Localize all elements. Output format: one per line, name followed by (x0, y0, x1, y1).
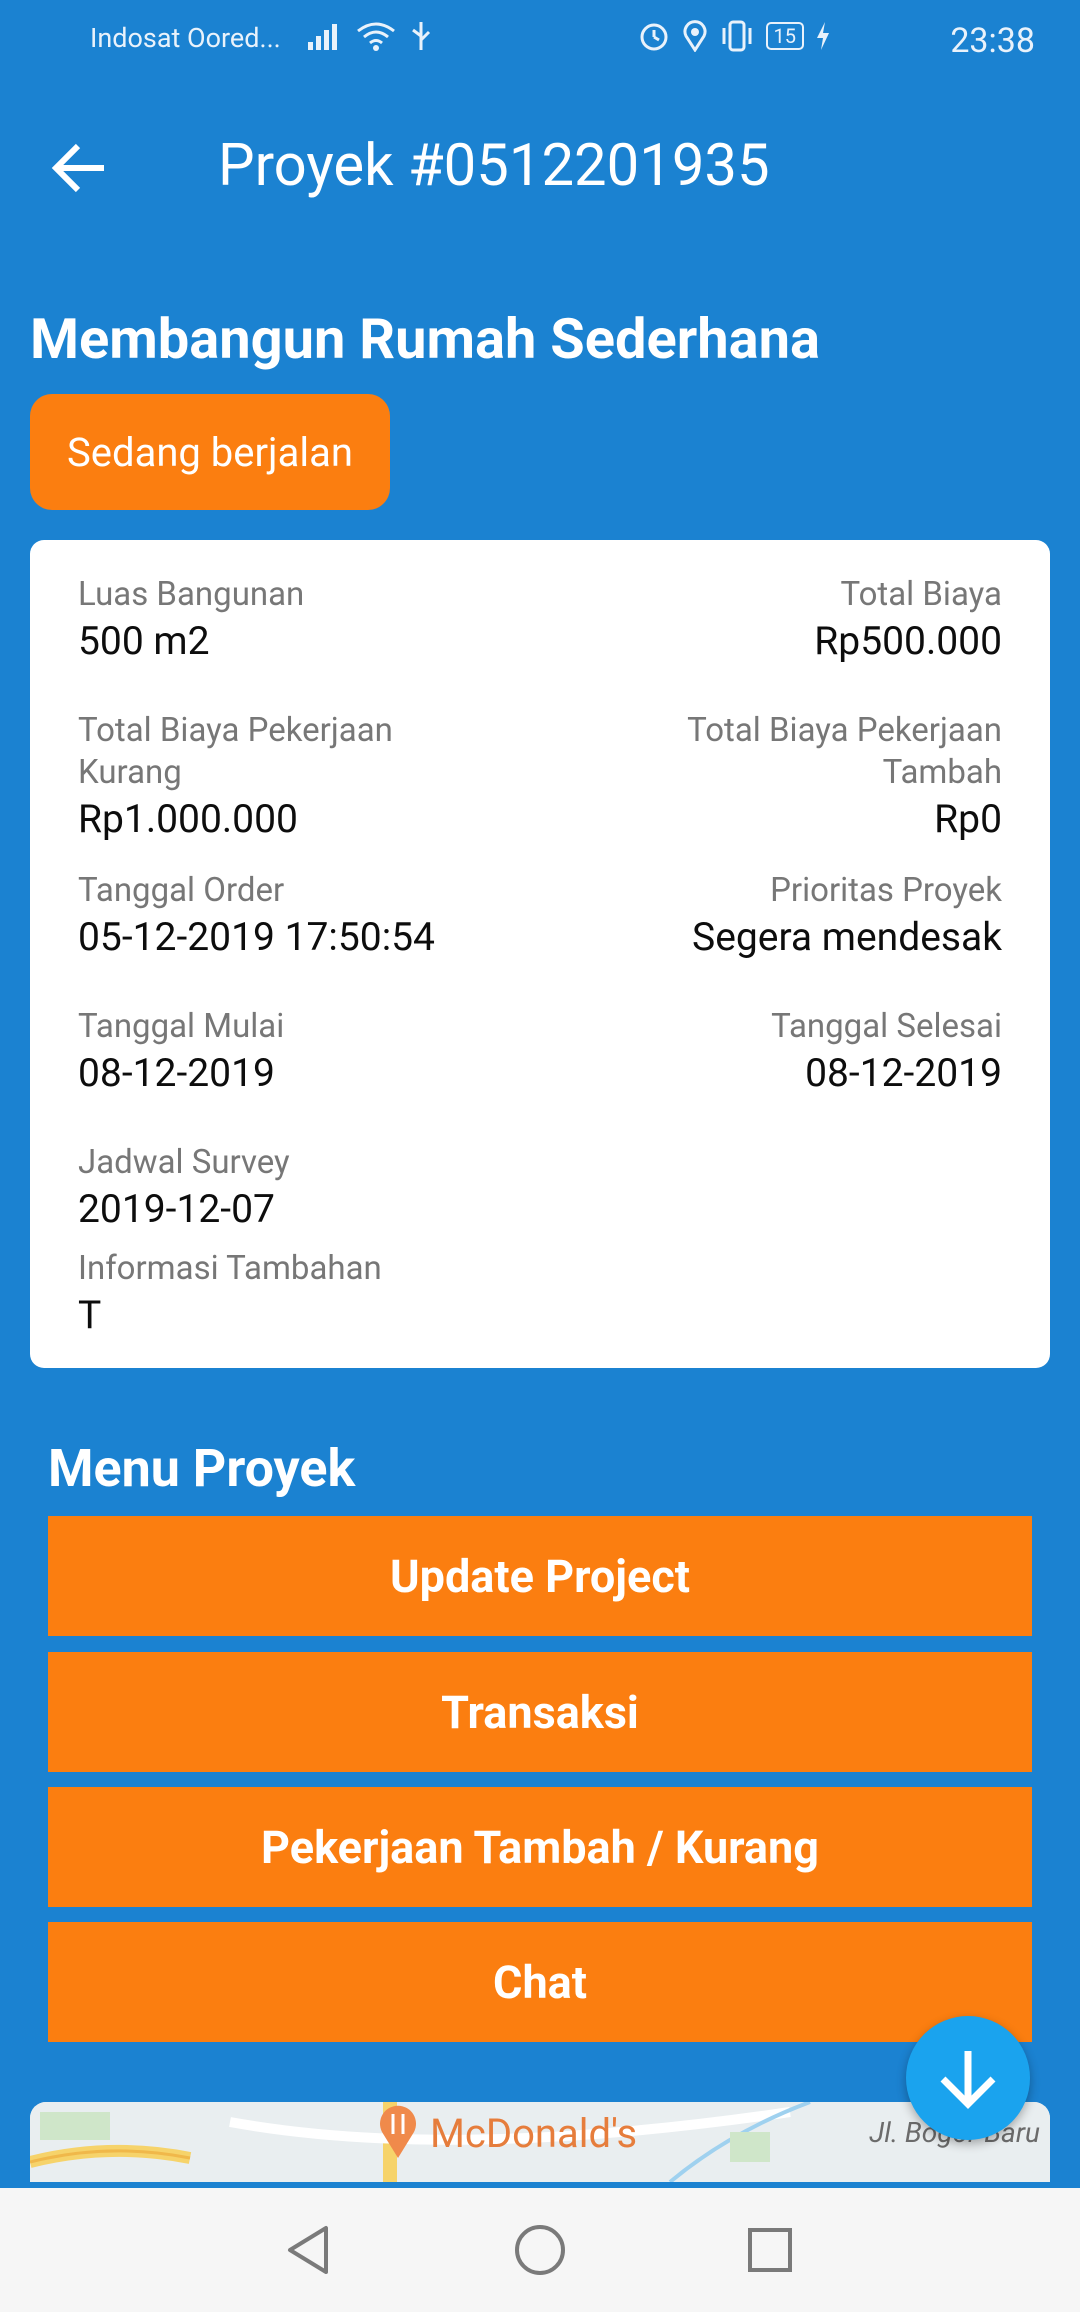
usb-icon (412, 22, 431, 50)
alarm-icon (640, 23, 668, 51)
field-label: Total Biaya Pekerjaan (78, 711, 393, 750)
project-details-card: Luas Bangunan 500 m2 Total Biaya Rp500.0… (30, 540, 1050, 1368)
field-value: Rp0 (934, 796, 1002, 842)
field-label: Prioritas Proyek (770, 871, 1002, 910)
vibrate-icon (722, 20, 752, 52)
field-label: Informasi Tambahan (78, 1249, 382, 1288)
chat-button[interactable]: Chat (48, 1922, 1032, 2042)
signal-icon (308, 24, 337, 50)
arrow-down-icon (940, 2051, 996, 2109)
pekerjaan-tambah-kurang-button[interactable]: Pekerjaan Tambah / Kurang (48, 1787, 1032, 1907)
scroll-down-fab[interactable] (906, 2016, 1030, 2140)
nav-recent-button[interactable] (740, 2220, 800, 2280)
menu-title: Menu Proyek (48, 1438, 356, 1499)
field-biaya-tambah: Total Biaya Pekerjaan Tambah Rp0 (687, 710, 1002, 844)
field-label: Tanggal Selesai (771, 1007, 1002, 1046)
field-biaya-kurang: Total Biaya Pekerjaan Kurang Rp1.000.000 (78, 710, 393, 844)
field-value: 05-12-2019 17:50:54 (78, 914, 435, 960)
battery-indicator: 15 (765, 22, 804, 50)
field-prioritas-proyek: Prioritas Proyek Segera mendesak (692, 870, 1002, 962)
restaurant-pin-icon (380, 2105, 416, 2158)
field-value: Rp500.000 (814, 618, 1002, 664)
field-value: 500 m2 (78, 618, 210, 664)
field-tanggal-order: Tanggal Order 05-12-2019 17:50:54 (78, 870, 435, 962)
clock: 23:38 (950, 21, 1035, 61)
status-bar: Indosat Oored... 15 23:38 (0, 0, 1080, 82)
page-title: Proyek #0512201935 (218, 132, 770, 200)
field-jadwal-survey: Jadwal Survey 2019-12-07 (78, 1142, 290, 1234)
field-label: Kurang (78, 753, 182, 792)
app-bar: Proyek #0512201935 (0, 110, 1080, 222)
field-informasi-tambahan: Informasi Tambahan T (78, 1248, 382, 1340)
field-tanggal-selesai: Tanggal Selesai 08-12-2019 (771, 1006, 1002, 1098)
status-badge: Sedang berjalan (30, 394, 390, 510)
wifi-icon (357, 22, 395, 51)
field-label: Total Biaya Pekerjaan (687, 711, 1002, 750)
field-value: 2019-12-07 (78, 1186, 275, 1232)
field-value: 08-12-2019 (78, 1050, 275, 1096)
nav-back-button[interactable] (280, 2220, 340, 2280)
field-value: Rp1.000.000 (78, 796, 298, 842)
system-navigation-bar (0, 2188, 1080, 2312)
field-value: 08-12-2019 (805, 1050, 1002, 1096)
field-luas-bangunan: Luas Bangunan 500 m2 (78, 574, 304, 666)
map-preview[interactable]: McDonald's Jl. Bogor Baru (30, 2102, 1050, 2182)
map-poi-label: McDonald's (430, 2110, 638, 2157)
field-label: Luas Bangunan (78, 575, 305, 614)
update-project-button[interactable]: Update Project (48, 1516, 1032, 1636)
location-icon (683, 20, 706, 52)
field-value: T (78, 1292, 102, 1338)
circle-home-icon (515, 2225, 565, 2275)
transaksi-button[interactable]: Transaksi (48, 1652, 1032, 1772)
carrier-name: Indosat Oored... (90, 22, 281, 54)
field-label: Total Biaya (840, 575, 1003, 614)
field-label: Jadwal Survey (78, 1143, 290, 1182)
arrow-left-icon (51, 143, 104, 193)
field-label: Tanggal Mulai (78, 1007, 285, 1046)
field-tanggal-mulai: Tanggal Mulai 08-12-2019 (78, 1006, 284, 1098)
triangle-back-icon (288, 2226, 328, 2274)
square-recent-icon (748, 2228, 792, 2272)
field-label: Tambah (882, 753, 1002, 792)
nav-home-button[interactable] (510, 2220, 570, 2280)
project-title: Membangun Rumah Sederhana (30, 306, 820, 372)
back-button[interactable] (50, 138, 120, 198)
charging-icon (817, 22, 829, 50)
field-total-biaya: Total Biaya Rp500.000 (814, 574, 1002, 666)
field-label: Tanggal Order (78, 871, 285, 910)
field-value: Segera mendesak (692, 914, 1002, 960)
